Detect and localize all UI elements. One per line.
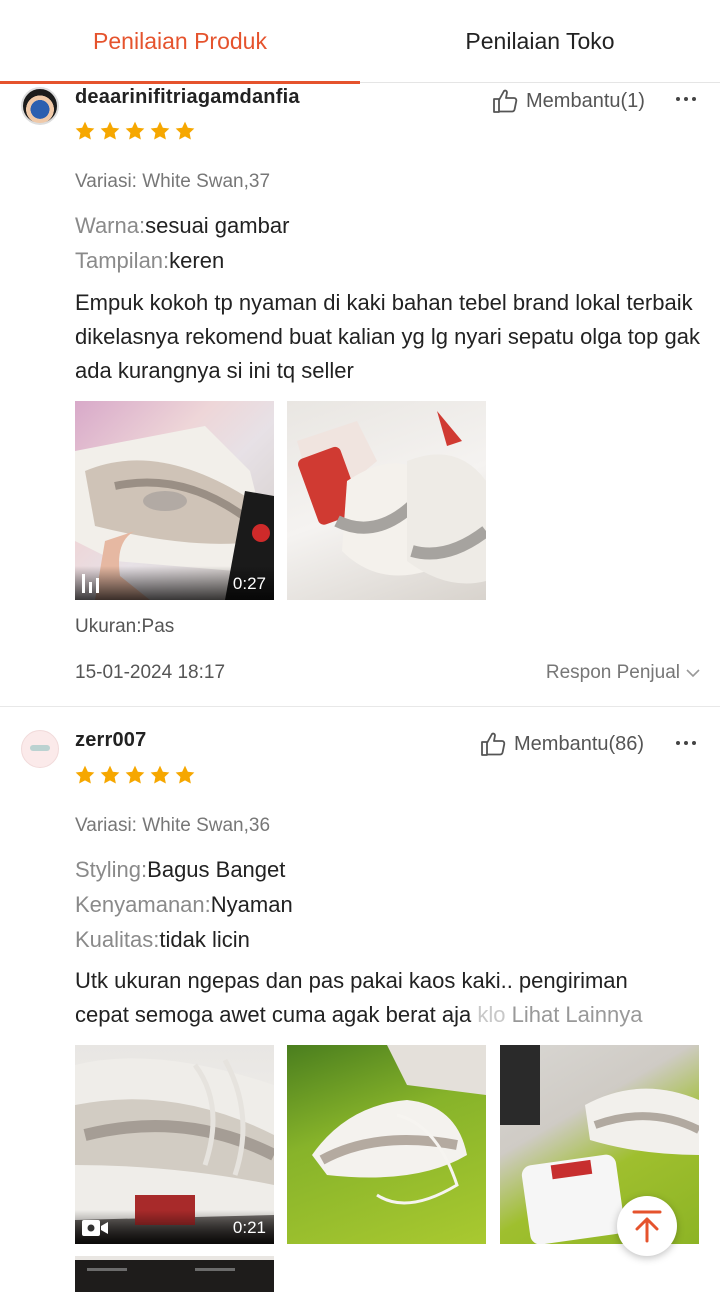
variation-label: Variasi: White Swan,36	[75, 815, 271, 836]
video-camera-icon	[82, 1220, 108, 1236]
review-photo[interactable]	[287, 1045, 486, 1244]
more-dots-icon[interactable]	[672, 89, 700, 109]
star-icon	[150, 121, 170, 140]
star-icon	[100, 121, 120, 140]
star-icon	[125, 121, 145, 140]
star-icon	[75, 765, 95, 784]
tab-shop-reviews[interactable]: Penilaian Toko	[360, 0, 720, 83]
thumbs-up-icon	[493, 89, 518, 113]
review-video-thumbnail[interactable]: 0:27	[75, 401, 274, 600]
review-tabs: Penilaian Produk Penilaian Toko	[0, 0, 720, 84]
review-attribute: Styling:Bagus Banget	[75, 857, 286, 882]
star-icon	[125, 765, 145, 784]
tab-product-reviews[interactable]: Penilaian Produk	[0, 0, 360, 84]
review-username[interactable]: zerr007	[75, 729, 146, 752]
star-icon	[100, 765, 120, 784]
video-duration: 0:27	[232, 574, 266, 593]
star-icon	[175, 765, 195, 784]
avatar[interactable]	[21, 87, 59, 125]
review-attribute: Tampilan:keren	[75, 248, 225, 273]
seller-response-toggle[interactable]: Respon Penjual	[546, 662, 700, 684]
review-video-thumbnail[interactable]: 0:21	[75, 1045, 274, 1244]
review-username[interactable]: deaarinifitriagamdanfia	[75, 86, 300, 109]
review-attribute: Kualitas:tidak licin	[75, 927, 250, 952]
seller-response-label: Respon Penjual	[545, 662, 680, 683]
audio-bars-icon	[82, 574, 99, 593]
review-text: Utk ukuran ngepas dan pas pakai kaos kak…	[75, 968, 643, 1027]
helpful-button[interactable]: Membantu(1)	[492, 88, 645, 114]
helpful-count: Membantu(86)	[514, 732, 645, 755]
avatar[interactable]	[21, 730, 59, 768]
review-photo[interactable]	[75, 1256, 274, 1292]
review-card: zerr007 Membantu(86) Variasi: White Swan…	[0, 708, 720, 1292]
star-rating	[74, 764, 196, 786]
star-rating	[74, 120, 196, 142]
star-icon	[175, 121, 195, 140]
helpful-count: Membantu(1)	[526, 89, 645, 112]
review-attribute: Warna:sesuai gambar	[75, 213, 290, 238]
star-icon	[150, 765, 170, 784]
helpful-button[interactable]: Membantu(86)	[480, 731, 644, 757]
review-photo[interactable]	[287, 401, 486, 600]
chevron-down-icon	[686, 668, 700, 677]
review-card: deaarinifitriagamdanfia Membantu(1) Vari…	[0, 83, 720, 707]
scroll-to-top-button[interactable]	[617, 1196, 677, 1256]
shoe-image	[297, 411, 486, 584]
video-duration: 0:21	[232, 1218, 266, 1237]
shoe-image	[312, 1045, 486, 1205]
more-dots-icon[interactable]	[672, 733, 700, 753]
see-more-link[interactable]: Lihat Lainnya	[512, 1002, 643, 1027]
star-icon	[75, 121, 95, 140]
variation-label: Variasi: White Swan,37	[75, 171, 271, 192]
scroll-to-top-icon	[632, 1210, 662, 1243]
review-date: 15-01-2024 18:17	[75, 662, 226, 683]
review-attribute: Kenyamanan:Nyaman	[75, 892, 293, 917]
thumbs-up-icon	[481, 732, 506, 756]
size-fit-label: Ukuran:Pas	[75, 616, 175, 637]
review-text: Empuk kokoh tp nyaman di kaki bahan tebe…	[75, 290, 700, 383]
shoe-box-image	[75, 1256, 274, 1271]
